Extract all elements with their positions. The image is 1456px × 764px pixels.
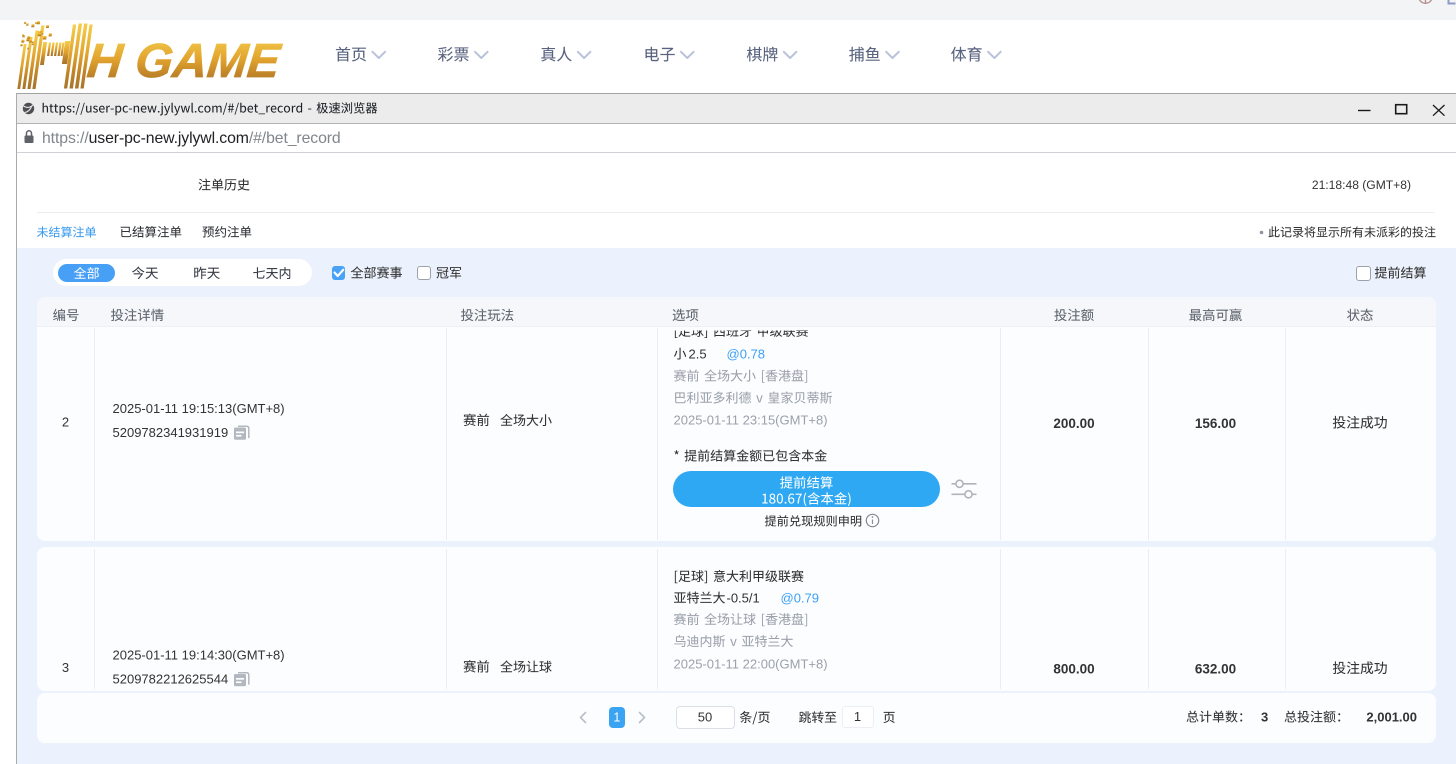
svg-text:2: 2: [62, 415, 69, 430]
svg-text:5209782341931919: 5209782341931919: [113, 425, 229, 440]
svg-text:1: 1: [613, 711, 620, 725]
svg-text:800.00: 800.00: [1053, 662, 1094, 677]
svg-text:21:18:48 (GMT+8): 21:18:48 (GMT+8): [1312, 178, 1411, 192]
svg-text:https://user-pc-new.jylywl.com: https://user-pc-new.jylywl.com/#/bet_rec…: [42, 130, 341, 147]
svg-text:2025-01-11 22:00(GMT+8): 2025-01-11 22:00(GMT+8): [674, 657, 828, 672]
svg-text:200.00: 200.00: [1053, 416, 1094, 431]
svg-text:632.00: 632.00: [1195, 662, 1236, 677]
svg-text:5209782212625544: 5209782212625544: [113, 672, 229, 687]
svg-text:3: 3: [62, 660, 69, 675]
svg-text:@0.79: @0.79: [781, 591, 820, 606]
svg-text:2,001.00: 2,001.00: [1366, 710, 1417, 725]
svg-text:2025-01-11 19:15:13(GMT+8): 2025-01-11 19:15:13(GMT+8): [113, 401, 285, 416]
svg-text:2025-01-11 19:14:30(GMT+8): 2025-01-11 19:14:30(GMT+8): [113, 648, 285, 663]
svg-text:50: 50: [698, 710, 712, 725]
svg-text:-0.5/1: -0.5/1: [727, 591, 760, 606]
svg-text:156.00: 156.00: [1195, 416, 1236, 431]
svg-text:3: 3: [1261, 710, 1268, 725]
svg-text:1: 1: [854, 709, 861, 724]
svg-text:H GAME: H GAME: [85, 34, 285, 88]
svg-text:2.5: 2.5: [689, 347, 707, 362]
svg-text:2025-01-11 23:15(GMT+8): 2025-01-11 23:15(GMT+8): [674, 413, 828, 428]
svg-text:@0.78: @0.78: [727, 347, 766, 362]
